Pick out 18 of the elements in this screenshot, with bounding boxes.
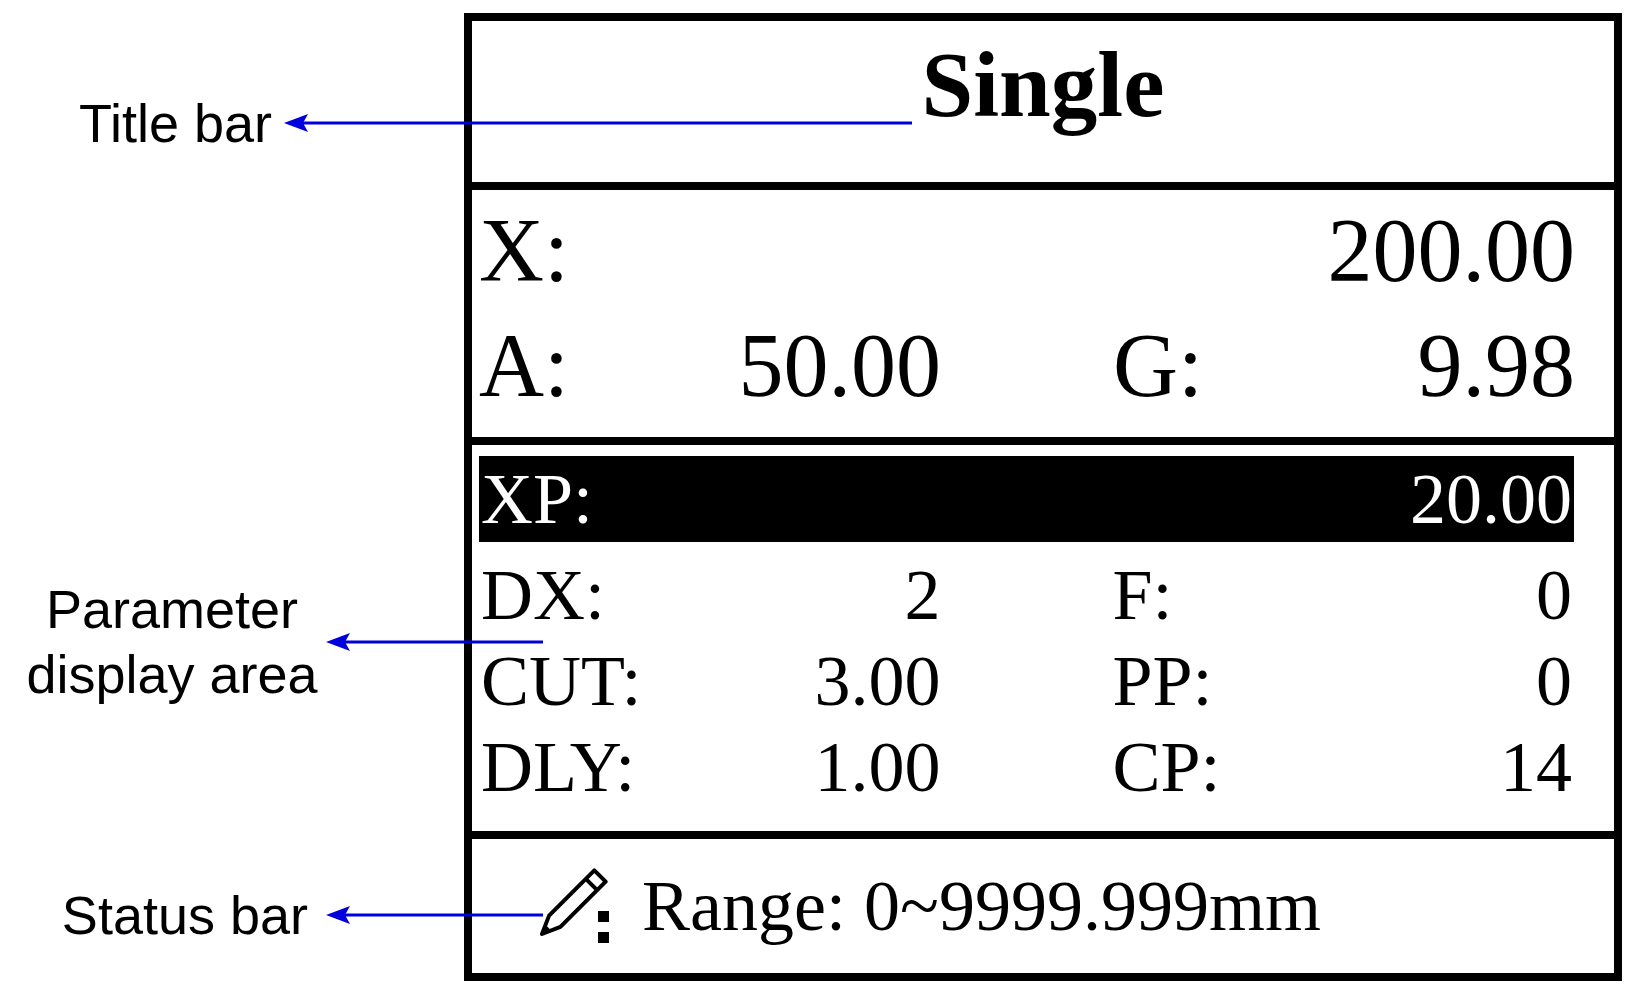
readout-value: 50.00 <box>738 315 941 417</box>
parameter-item[interactable]: XP: 20.00 <box>479 456 1574 542</box>
parameter-item[interactable]: CUT: 3.00 <box>479 638 943 724</box>
callout-label: Status bar <box>61 883 308 947</box>
status-text: Range: 0~9999.999mm <box>642 864 1321 948</box>
callout-label: Parameter display area <box>25 578 319 706</box>
parameter-item[interactable]: CP: 14 <box>1110 724 1574 810</box>
callout-label: Title bar <box>78 91 272 155</box>
readout-label: X: <box>479 200 569 302</box>
readout-value: 9.98 <box>1417 315 1575 417</box>
screen-title: Single <box>921 32 1165 138</box>
parameter-item[interactable]: F: 0 <box>1110 552 1574 638</box>
parameter-item[interactable]: DLY: 1.00 <box>479 724 943 810</box>
parameter-item[interactable]: DX: 2 <box>479 552 943 638</box>
parameter-item[interactable]: PP: 0 <box>1110 638 1574 724</box>
readout-label: G: <box>1113 315 1203 417</box>
readout-label: A: <box>479 315 569 417</box>
readout-value: 200.00 <box>1327 200 1575 302</box>
